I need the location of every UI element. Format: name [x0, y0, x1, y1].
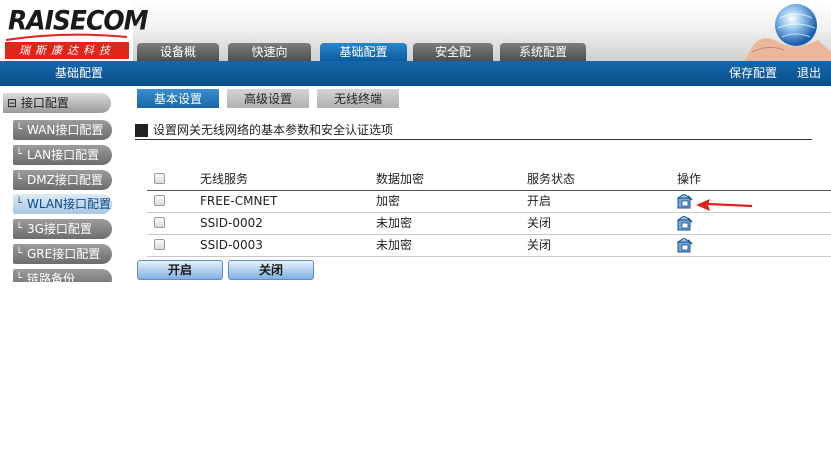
select-all-checkbox[interactable]: [154, 173, 165, 184]
sidebar: ⊟ 接口配置 └ WAN接口配置 └ LAN接口配置 └ DMZ接口配置 └ W…: [0, 86, 133, 282]
logout-link[interactable]: 退出: [797, 61, 821, 86]
globe-hands-illustration: [744, 4, 831, 61]
encryption-cell: 加密: [376, 194, 401, 208]
tab-basic-config[interactable]: 基础配置: [320, 43, 407, 61]
tree-branch-icon: └: [16, 248, 23, 259]
ssid-cell: SSID-0002: [200, 216, 263, 230]
tab-system-config[interactable]: 系统配置: [500, 43, 586, 61]
edit-config-icon[interactable]: [677, 216, 693, 231]
sidebar-item-link-backup[interactable]: └ 链路备份: [13, 269, 112, 282]
subtab-advanced-settings[interactable]: 高级设置: [227, 89, 309, 108]
brand-tagline: 瑞斯康达科技: [5, 42, 129, 59]
col-header-ssid: 无线服务: [200, 172, 249, 186]
sidebar-item-dmz[interactable]: └ DMZ接口配置: [13, 170, 112, 190]
edit-config-icon[interactable]: [677, 194, 693, 209]
sidebar-item-3g[interactable]: └ 3G接口配置: [13, 219, 112, 239]
encryption-cell: 未加密: [376, 216, 413, 230]
ssid-cell: SSID-0003: [200, 238, 263, 252]
tab-device-overview[interactable]: 设备概览: [137, 43, 219, 78]
tree-branch-icon: └: [16, 174, 23, 185]
col-header-encryption: 数据加密: [376, 172, 425, 186]
subtab-wireless-clients[interactable]: 无线终端: [317, 89, 399, 108]
enable-button[interactable]: 开启: [137, 260, 223, 280]
save-config-link[interactable]: 保存配置: [729, 61, 777, 86]
sidebar-item-lan[interactable]: └ LAN接口配置: [13, 145, 112, 165]
annotation-arrow-icon: [696, 199, 753, 211]
section-header: 设置网关无线网络的基本参数和安全认证选项: [135, 122, 812, 140]
sidebar-group-label: 接口配置: [20, 96, 69, 110]
col-header-status: 服务状态: [527, 172, 576, 186]
sidebar-item-wan[interactable]: └ WAN接口配置: [13, 120, 112, 140]
breadcrumb: 基础配置: [55, 66, 104, 80]
table-row: SSID-0003 未加密 关闭: [147, 235, 831, 257]
section-title: 设置网关无线网络的基本参数和安全认证选项: [153, 123, 394, 137]
status-cell: 开启: [527, 194, 552, 208]
row-checkbox[interactable]: [154, 195, 165, 206]
table-row: SSID-0002 未加密 关闭: [147, 213, 831, 235]
table-header-row: 无线服务 数据加密 服务状态 操作: [147, 169, 831, 191]
disable-button[interactable]: 关闭: [228, 260, 314, 280]
collapse-icon: ⊟: [7, 96, 18, 110]
tree-branch-icon: └: [16, 198, 23, 209]
row-checkbox[interactable]: [154, 217, 165, 228]
logo-swoosh-icon: [5, 33, 128, 41]
tree-branch-icon: └: [16, 124, 23, 135]
brand-logo: RAISECOM 瑞斯康达科技: [0, 0, 148, 61]
sidebar-item-gre[interactable]: └ GRE接口配置: [13, 244, 112, 264]
tree-branch-icon: └: [16, 273, 23, 282]
tree-branch-icon: └: [16, 149, 23, 160]
status-cell: 关闭: [527, 216, 552, 230]
sidebar-group-interface-config[interactable]: ⊟ 接口配置: [3, 93, 111, 113]
edit-config-icon[interactable]: [677, 238, 693, 253]
brand-name: RAISECOM: [8, 5, 148, 36]
encryption-cell: 未加密: [376, 238, 413, 252]
top-action-bar: 基础配置 保存配置 退出: [0, 61, 831, 86]
ssid-cell: FREE-CMNET: [200, 194, 278, 208]
tab-security-config[interactable]: 安全配置: [413, 43, 493, 78]
subtab-basic-settings[interactable]: 基本设置: [137, 89, 219, 108]
col-header-action: 操作: [677, 172, 702, 186]
tree-branch-icon: └: [16, 223, 23, 234]
row-checkbox[interactable]: [154, 239, 165, 250]
tab-quick-wizard[interactable]: 快速向导: [228, 43, 311, 78]
sidebar-item-wlan[interactable]: └ WLAN接口配置: [13, 194, 112, 214]
section-marker-icon: [135, 124, 148, 137]
status-cell: 关闭: [527, 238, 552, 252]
